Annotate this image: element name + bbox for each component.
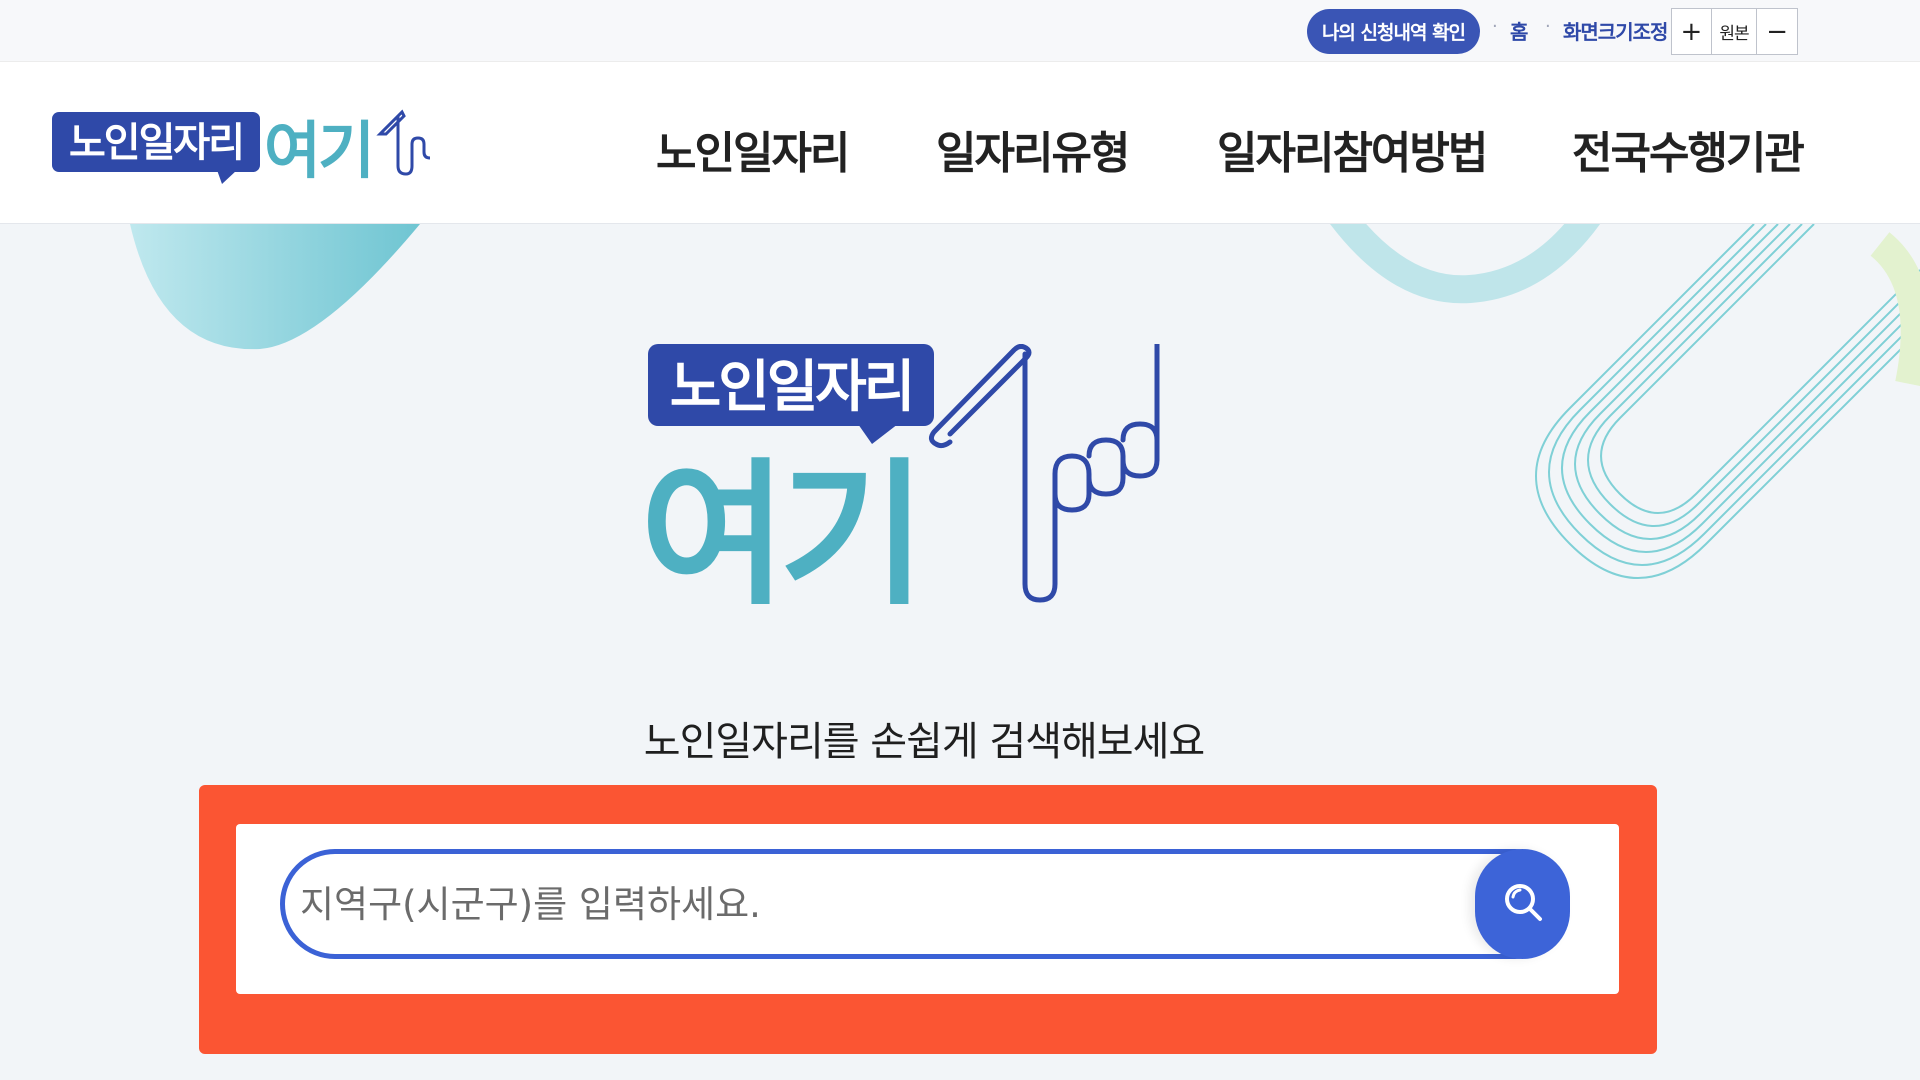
utility-bar: 나의 신청내역 확인 · 홈 · 화면크기조정 + 원본 −: [0, 0, 1920, 62]
svg-text:여기: 여기: [640, 443, 918, 604]
zoom-controls: + 원본 −: [1671, 8, 1798, 55]
separator-dot: ·: [1492, 16, 1498, 37]
hero-section: 노인일자리 여기 노인일자리를 손쉽게 검색해보세요: [0, 224, 1920, 1080]
search-button[interactable]: [1475, 849, 1570, 959]
zoom-in-button[interactable]: +: [1672, 9, 1712, 54]
nav-item-how-to-apply[interactable]: 일자리참여방법: [1217, 117, 1488, 181]
header: 노인일자리 여기 노인일자리 일자리유형 일자리참여방법 전국수행기관: [0, 62, 1920, 224]
screen-size-label: 화면크기조정: [1563, 20, 1668, 44]
region-search-input[interactable]: [300, 872, 1430, 936]
zoom-original-button[interactable]: 원본: [1712, 9, 1758, 54]
separator-dot: ·: [1545, 16, 1551, 37]
home-link[interactable]: 홈: [1510, 16, 1528, 45]
my-application-button[interactable]: 나의 신청내역 확인: [1307, 9, 1480, 54]
zoom-out-button[interactable]: −: [1757, 9, 1797, 54]
search-icon: [1500, 879, 1546, 929]
svg-text:여기: 여기: [264, 114, 372, 187]
nav-item-agencies[interactable]: 전국수행기관: [1572, 117, 1805, 181]
nav-item-job-types[interactable]: 일자리유형: [936, 117, 1130, 181]
svg-text:노인일자리: 노인일자리: [670, 355, 913, 420]
hero-logo: 노인일자리 여기: [640, 341, 1210, 630]
search-tagline: 노인일자리를 손쉽게 검색해보세요: [643, 719, 1205, 765]
decorative-shape: [130, 224, 420, 350]
decorative-stripes: [1535, 224, 1920, 579]
nav-item-senior-jobs[interactable]: 노인일자리: [656, 117, 850, 181]
site-logo[interactable]: 노인일자리 여기: [52, 104, 442, 204]
svg-text:노인일자리: 노인일자리: [69, 120, 243, 166]
